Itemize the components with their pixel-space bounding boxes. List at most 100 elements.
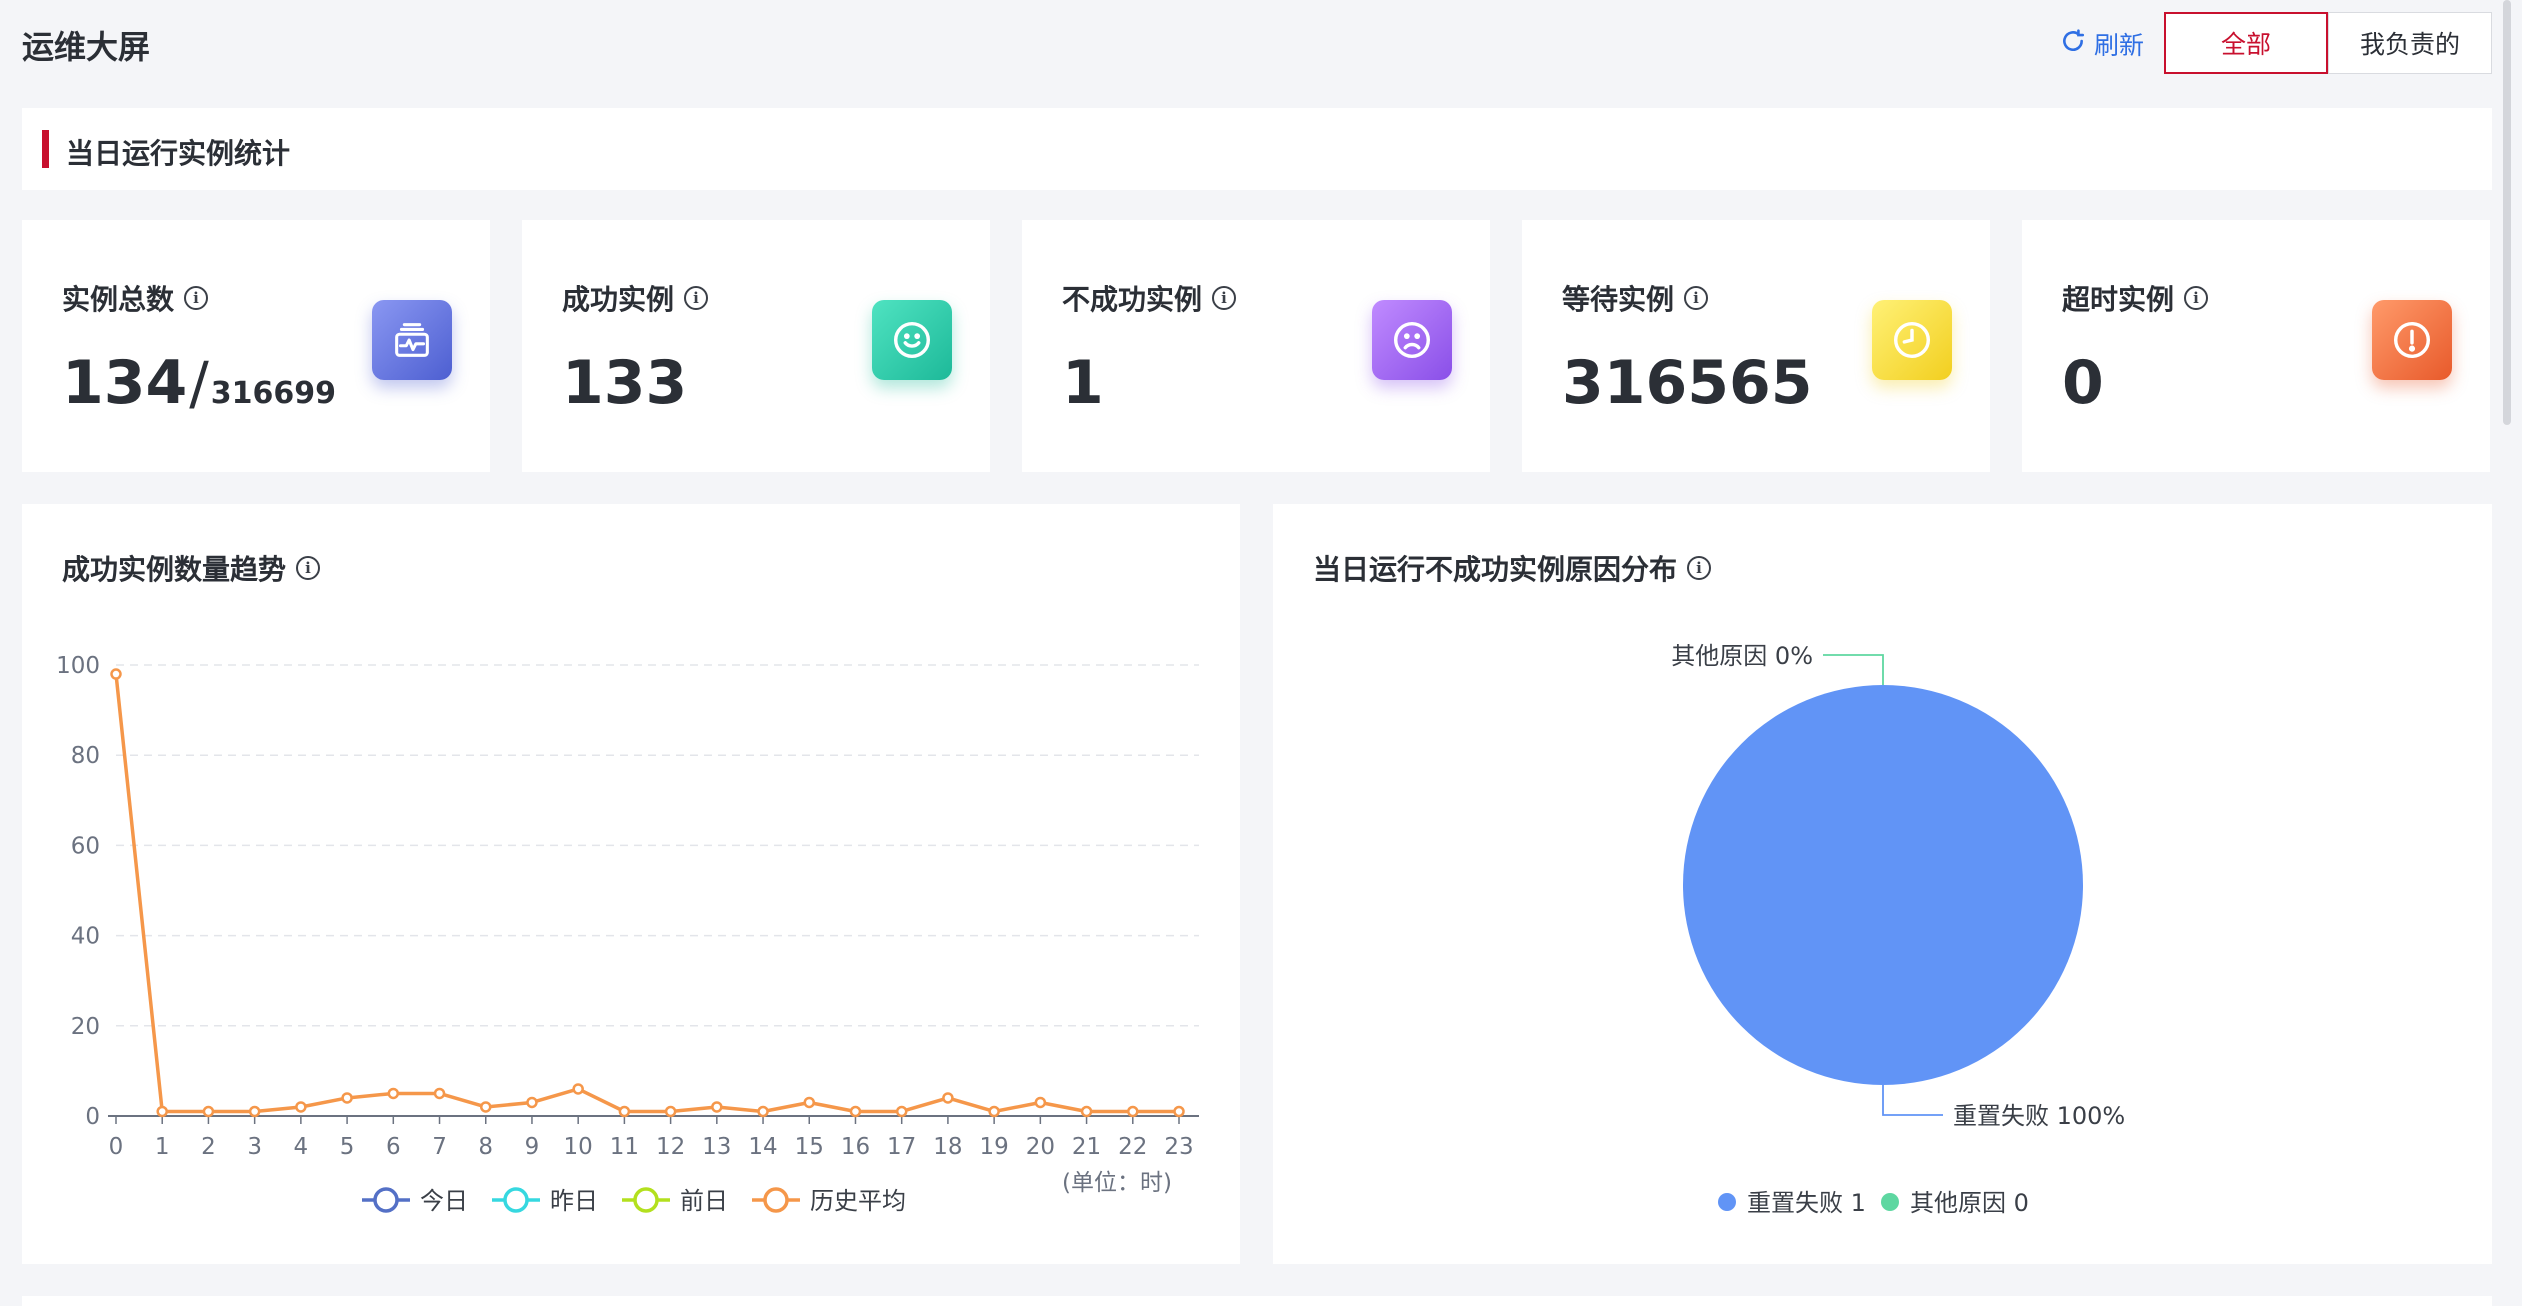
x-tick-label: 10 bbox=[564, 1134, 593, 1160]
card-label: 超时实例 bbox=[2062, 283, 2175, 316]
stat-card-waiting: 等待实例 i 316565 bbox=[1522, 220, 1990, 472]
y-tick-label: 0 bbox=[85, 1104, 100, 1130]
pie-label-line bbox=[1823, 654, 1884, 685]
legend-label: 今日 bbox=[420, 1187, 468, 1215]
data-point bbox=[1127, 1105, 1139, 1118]
data-point bbox=[479, 1101, 492, 1113]
card-label-wrap: 超时实例 i bbox=[2062, 278, 2209, 318]
legend-marker bbox=[503, 1187, 529, 1213]
section-title: 当日运行实例统计 bbox=[66, 137, 291, 170]
frown-icon bbox=[1372, 300, 1452, 380]
stat-card-success: 成功实例 i 133 bbox=[522, 220, 990, 472]
x-tick-label: 11 bbox=[610, 1134, 639, 1160]
card-label-wrap: 等待实例 i bbox=[1562, 278, 1709, 318]
x-tick-label: 18 bbox=[933, 1134, 962, 1160]
x-tick-label: 15 bbox=[795, 1134, 824, 1160]
pie-panel: 当日运行不成功实例原因分布 i 重置失败 100% 其他原因 0% 重置失败 1 其他… bbox=[1273, 504, 2492, 1264]
x-tick-label: 21 bbox=[1072, 1134, 1101, 1160]
card-value: 134 / 316699 bbox=[62, 348, 336, 418]
card-value: 133 bbox=[562, 348, 688, 418]
y-tick-label: 20 bbox=[71, 1014, 100, 1040]
x-tick-label: 14 bbox=[748, 1134, 777, 1160]
filter-all-button[interactable]: 全部 bbox=[2164, 12, 2328, 74]
data-point bbox=[248, 1105, 261, 1118]
data-point bbox=[572, 1083, 584, 1095]
x-tick-label: 13 bbox=[702, 1134, 731, 1160]
alert-icon bbox=[2372, 300, 2452, 380]
data-point bbox=[526, 1096, 538, 1109]
data-point bbox=[341, 1092, 353, 1104]
info-icon[interactable]: i bbox=[684, 286, 709, 310]
x-tick-label: 1 bbox=[155, 1134, 170, 1160]
series-line bbox=[114, 673, 1179, 1114]
x-tick-label: 8 bbox=[478, 1134, 493, 1160]
section-accent-bar bbox=[42, 130, 49, 168]
legend-label: 昨日 bbox=[550, 1187, 598, 1215]
filter-mine-button[interactable]: 我负责的 bbox=[2328, 12, 2492, 74]
card-label: 实例总数 bbox=[62, 283, 175, 316]
data-point bbox=[757, 1105, 769, 1118]
data-point bbox=[433, 1087, 446, 1100]
x-tick-label: 4 bbox=[294, 1134, 309, 1160]
trend-line-chart: 0204060801000 1 2 3 4 5 6 7 8 9 10 11 12 13 14 15 16 17 18… bbox=[56, 653, 1199, 1215]
clock-icon bbox=[1872, 300, 1952, 380]
card-label: 等待实例 bbox=[1562, 283, 1675, 316]
data-point bbox=[156, 1105, 168, 1118]
refresh-icon bbox=[2060, 28, 2086, 60]
reason-pie-chart: 重置失败 100% 其他原因 0% 重置失败 1 其他原因 0 bbox=[1671, 642, 2125, 1217]
refresh-button[interactable]: 刷新 bbox=[2060, 26, 2144, 62]
legend-marker bbox=[1881, 1193, 1899, 1211]
info-icon[interactable]: i bbox=[1212, 286, 1237, 310]
card-label: 成功实例 bbox=[562, 283, 675, 316]
y-tick-label: 80 bbox=[71, 743, 100, 769]
data-point bbox=[1080, 1105, 1093, 1118]
x-tick-label: 22 bbox=[1118, 1134, 1147, 1160]
card-total: 316699 bbox=[210, 376, 337, 411]
data-point bbox=[387, 1087, 400, 1100]
page-title: 运维大屏 bbox=[22, 28, 151, 66]
stat-card-failed: 不成功实例 i 1 bbox=[1022, 220, 1490, 472]
pie-label: 重置失败 100% bbox=[1953, 1102, 2125, 1130]
x-tick-label: 19 bbox=[979, 1134, 1008, 1160]
x-tick-label: 9 bbox=[525, 1134, 540, 1160]
stat-card-timeout: 超时实例 i 0 bbox=[2022, 220, 2490, 472]
stat-card-total: 实例总数 i 134 / 316699 bbox=[22, 220, 490, 472]
smile-icon bbox=[872, 300, 952, 380]
data-point bbox=[711, 1101, 723, 1113]
x-tick-label: 17 bbox=[887, 1134, 916, 1160]
page-scrollbar[interactable] bbox=[2500, 0, 2514, 430]
data-point bbox=[942, 1092, 954, 1104]
y-tick-label: 100 bbox=[56, 653, 100, 679]
legend-marker bbox=[373, 1187, 399, 1213]
legend-label: 历史平均 bbox=[810, 1187, 906, 1215]
pie-label: 其他原因 0% bbox=[1671, 642, 1813, 670]
data-point bbox=[895, 1105, 908, 1118]
legend-label: 重置失败 1 bbox=[1747, 1189, 1866, 1217]
info-icon[interactable]: i bbox=[184, 286, 209, 310]
x-tick-label: 5 bbox=[340, 1134, 355, 1160]
data-point bbox=[849, 1105, 862, 1118]
info-icon[interactable]: i bbox=[1684, 286, 1709, 310]
legend-marker bbox=[763, 1187, 789, 1213]
x-tick-label: 0 bbox=[109, 1134, 124, 1160]
x-tick-label: 16 bbox=[841, 1134, 870, 1160]
scrollbar-thumb[interactable] bbox=[2503, 0, 2511, 425]
data-point bbox=[664, 1105, 677, 1118]
next-section-edge bbox=[22, 1296, 2492, 1306]
card-value: 1 bbox=[1062, 348, 1104, 418]
legend-label: 前日 bbox=[680, 1187, 728, 1215]
x-tick-label: 7 bbox=[432, 1134, 447, 1160]
card-label-wrap: 成功实例 i bbox=[562, 278, 709, 318]
unit-label: (单位：时) bbox=[1062, 1170, 1172, 1196]
data-point bbox=[295, 1101, 307, 1113]
info-icon[interactable]: i bbox=[2184, 286, 2209, 310]
legend-label: 其他原因 0 bbox=[1910, 1189, 2029, 1217]
card-slash: / bbox=[189, 349, 209, 417]
x-tick-label: 6 bbox=[386, 1134, 401, 1160]
y-tick-label: 40 bbox=[71, 924, 100, 950]
card-count: 134 bbox=[62, 348, 188, 418]
legend-marker bbox=[1718, 1193, 1736, 1211]
y-tick-label: 60 bbox=[71, 833, 100, 859]
x-tick-label: 23 bbox=[1164, 1134, 1193, 1160]
data-point bbox=[1034, 1096, 1047, 1109]
